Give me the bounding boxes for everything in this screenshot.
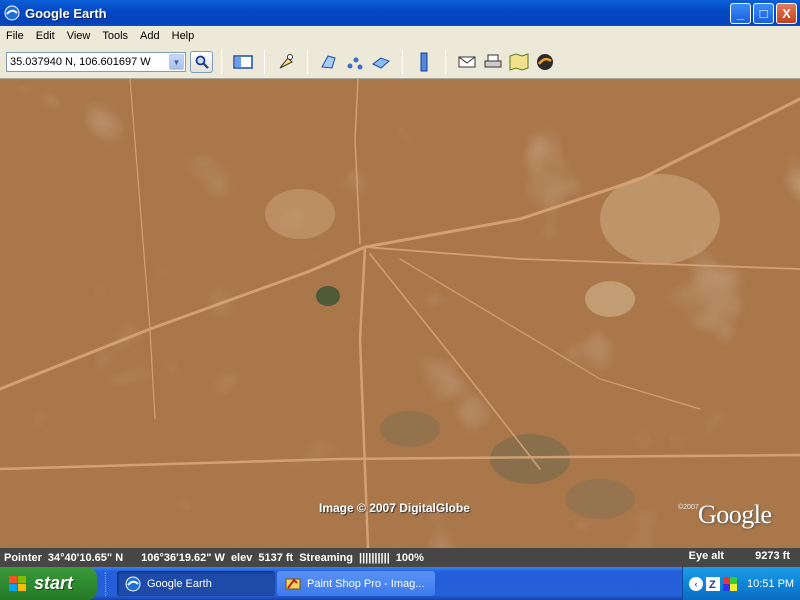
toolbar-separator — [307, 50, 308, 74]
menu-add[interactable]: Add — [134, 30, 166, 42]
streaming-percent: 100% — [395, 551, 424, 564]
ruler-icon[interactable] — [413, 51, 435, 73]
status-bar: Pointer 34°40'10.65" N 106°36'19.62" W e… — [0, 548, 800, 567]
toolbar-separator — [264, 50, 265, 74]
elevation-label: elev — [230, 551, 253, 564]
task-google-earth[interactable]: Google Earth — [117, 571, 275, 596]
windows-logo-icon — [9, 575, 26, 591]
google-logo: Google — [698, 500, 772, 529]
minimize-button[interactable]: _ — [730, 3, 751, 24]
title-bar[interactable]: Google Earth _ □ X — [0, 0, 800, 26]
toolbar-separator — [221, 50, 222, 74]
show-hidden-icons-button[interactable]: ‹ — [689, 576, 703, 591]
streaming-label: Streaming — [299, 551, 354, 564]
print-icon[interactable] — [482, 51, 504, 73]
clock[interactable]: 10:51 PM — [747, 578, 794, 590]
start-label: start — [34, 573, 74, 593]
google-earth-icon — [4, 5, 20, 21]
placemark-icon[interactable] — [275, 51, 297, 73]
eye-alt-label: Eye alt — [688, 550, 725, 562]
path-icon[interactable] — [344, 51, 366, 73]
logo-copyright: ©2007 — [678, 504, 699, 511]
paint-shop-pro-icon — [285, 577, 301, 589]
menu-tools[interactable]: Tools — [96, 30, 134, 42]
pointer-latitude: 34°40'10.65" N — [47, 551, 124, 564]
system-tray: ‹ Z 10:51 PM — [682, 567, 800, 600]
map-icon[interactable] — [508, 51, 530, 73]
close-button[interactable]: X — [776, 3, 797, 24]
sky-icon[interactable] — [534, 51, 556, 73]
search-input-value: 35.037940 N, 106.601697 W — [10, 56, 151, 68]
elevation-value: 5137 ft — [258, 551, 294, 564]
taskbar: start Google Earth Paint Shop Pro - Imag… — [0, 567, 800, 600]
search-icon — [195, 55, 209, 69]
sidebar-icon[interactable] — [232, 51, 254, 73]
start-button[interactable]: start — [0, 567, 97, 600]
menu-edit[interactable]: Edit — [30, 30, 61, 42]
eye-alt-value: 9273 ft — [755, 550, 790, 562]
imagery-credit: Image © 2007 DigitalGlobe — [319, 501, 470, 515]
search-button[interactable] — [190, 51, 213, 73]
toolbar-separator — [402, 50, 403, 74]
streaming-bar: |||||||||| — [359, 551, 390, 564]
task-label: Paint Shop Pro - Imag... — [307, 577, 425, 590]
menu-bar: File Edit View Tools Add Help — [0, 26, 800, 46]
map-viewport[interactable]: Image © 2007 DigitalGlobe ©2007 Google — [0, 79, 800, 548]
task-label: Google Earth — [147, 577, 212, 590]
task-paint-shop-pro[interactable]: Paint Shop Pro - Imag... — [277, 571, 435, 596]
pointer-longitude: 106°36'19.62" W — [141, 551, 225, 564]
zonealarm-icon[interactable]: Z — [706, 576, 720, 591]
menu-file[interactable]: File — [0, 30, 30, 42]
pointer-label: Pointer — [4, 551, 42, 564]
email-icon[interactable] — [456, 51, 478, 73]
toolbar: 35.037940 N, 106.601697 W ▼ — [0, 46, 800, 79]
google-earth-icon — [125, 576, 141, 591]
menu-view[interactable]: View — [61, 30, 97, 42]
image-overlay-icon[interactable] — [370, 51, 392, 73]
toolbar-separator — [445, 50, 446, 74]
eye-altitude: Eye alt 9273 ft — [689, 550, 796, 562]
satellite-imagery — [0, 79, 800, 548]
maximize-button[interactable]: □ — [753, 3, 774, 24]
quick-launch-divider — [105, 571, 115, 596]
polygon-icon[interactable] — [318, 51, 340, 73]
svg-text:Z: Z — [709, 579, 716, 591]
window-title: Google Earth — [25, 5, 107, 21]
chevron-down-icon[interactable]: ▼ — [169, 54, 184, 70]
menu-help[interactable]: Help — [166, 30, 201, 42]
search-input[interactable]: 35.037940 N, 106.601697 W ▼ — [6, 52, 186, 72]
tray-app-icon[interactable] — [723, 576, 737, 591]
